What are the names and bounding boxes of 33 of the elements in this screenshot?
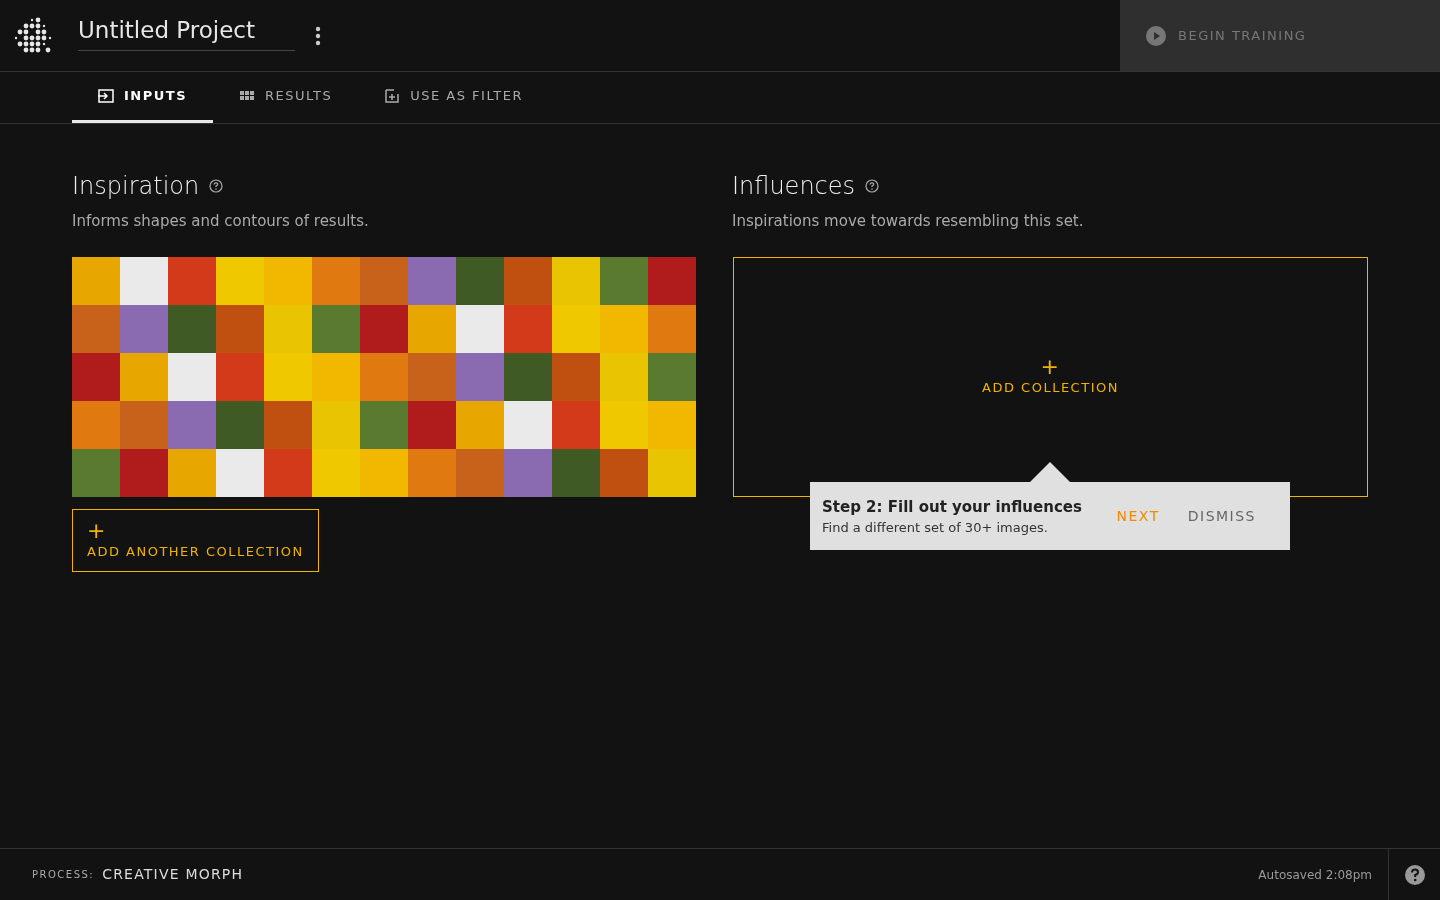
- photo-placeholder[interactable]: [312, 256, 360, 305]
- photo-placeholder[interactable]: [504, 400, 552, 449]
- photo-placeholder[interactable]: [456, 304, 504, 353]
- more-menu-icon[interactable]: [315, 26, 321, 46]
- help-icon[interactable]: [209, 179, 224, 193]
- tab[interactable]: USE AS FILTER: [358, 72, 550, 123]
- tooltip-title: Step 2: Fill out your influences: [822, 496, 1083, 518]
- process-value[interactable]: CREATIVE MORPH: [102, 864, 244, 885]
- tab[interactable]: RESULTS: [213, 72, 359, 123]
- project-title-field[interactable]: Untitled Project: [78, 16, 295, 51]
- dismiss-button[interactable]: DISMISS: [1173, 502, 1270, 531]
- tab[interactable]: INPUTS: [72, 72, 214, 123]
- section-subtitle: Informs shapes and contours of results.: [72, 211, 370, 232]
- photo-placeholder[interactable]: [120, 256, 168, 305]
- add-collection-button[interactable]: + ADD COLLECTION: [968, 345, 1133, 408]
- help-icon[interactable]: [865, 179, 880, 193]
- input-icon: [98, 88, 114, 104]
- help-icon[interactable]: [1404, 864, 1425, 885]
- photo-placeholder[interactable]: [216, 256, 264, 305]
- add-collection-button[interactable]: + ADD ANOTHER COLLECTION: [72, 508, 319, 572]
- section-title: Influences: [732, 171, 856, 202]
- photo-placeholder[interactable]: [552, 256, 600, 305]
- image-add-icon: [384, 88, 401, 104]
- photo-placeholder[interactable]: [168, 352, 216, 401]
- section-subtitle: Inspirations move towards resembling this set.: [732, 211, 1085, 232]
- tooltip-text: Find a different set of 30+ images.: [822, 519, 1049, 537]
- photo-placeholder[interactable]: [264, 256, 312, 305]
- section-title: Inspiration: [72, 171, 200, 202]
- photo-placeholder[interactable]: [72, 256, 120, 305]
- process-label: PROCESS:: [32, 868, 95, 882]
- play-icon: [1146, 25, 1166, 46]
- autosave-status: Autosaved 2:08pm: [1258, 866, 1372, 884]
- photo-placeholder[interactable]: [216, 448, 264, 497]
